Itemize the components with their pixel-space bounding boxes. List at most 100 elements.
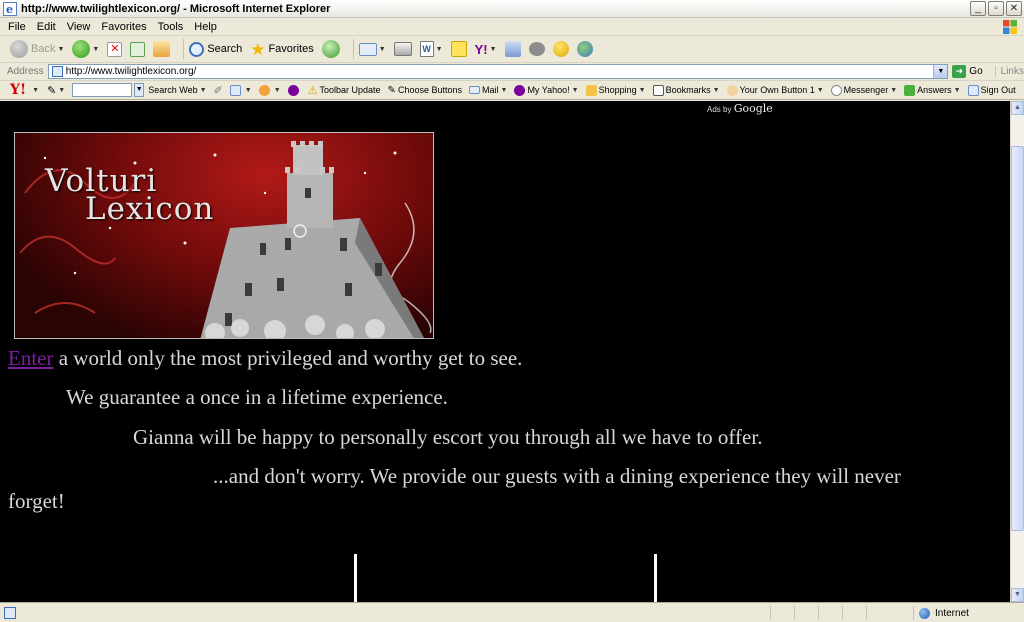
antispy-button[interactable]: ▼ [258,84,281,96]
yahoo-circle-button[interactable] [287,84,301,96]
chevron-down-icon[interactable]: ▼ [134,83,145,97]
address-url[interactable]: http://www.twilightlexicon.org/ [66,66,197,77]
sign-out-button[interactable]: Sign Out [967,84,1016,96]
star-icon: ★ [250,39,266,59]
highlight-button[interactable]: ✐ [214,84,223,97]
forward-button[interactable]: ▼ [72,40,99,58]
discuss-button[interactable] [450,41,467,57]
chevron-down-icon[interactable]: ▼ [379,46,386,53]
intro-line-1: Enter a world only the most privileged a… [8,346,522,370]
choose-buttons-label: Choose Buttons [397,85,462,95]
vertical-scrollbar[interactable]: ▲ ▼ [1010,101,1024,602]
home-button[interactable] [153,41,171,57]
chevron-down-icon[interactable]: ▼ [890,87,897,94]
menu-file[interactable]: File [8,21,26,33]
globe-icon [919,607,930,619]
shopping-button[interactable]: Shopping ▼ [585,84,646,96]
answers-button[interactable]: Answers ▼ [904,84,961,96]
chevron-down-icon[interactable]: ▼ [274,87,281,94]
enter-link[interactable]: Enter [8,346,53,370]
menu-tools[interactable]: Tools [158,21,184,33]
chevron-down-icon[interactable]: ▼ [954,87,961,94]
page-viewport[interactable]: Ads by Google Volturi Lexicon Enter a wo… [0,101,1010,602]
back-button[interactable]: Back ▼ [10,40,64,58]
scroll-up-icon[interactable]: ▲ [1011,101,1024,115]
my-yahoo-button[interactable]: My Yahoo! ▼ [514,84,579,96]
chevron-down-icon[interactable]: ▼ [490,46,497,53]
research-button[interactable] [504,41,521,57]
search-icon [189,41,205,57]
yahoo-button[interactable]: Y! ▼ [475,42,497,57]
status-cells [770,606,890,620]
bookmark-icon [652,84,664,96]
menu-edit[interactable]: Edit [37,21,56,33]
chevron-down-icon[interactable]: ▼ [245,87,252,94]
msn-messenger-button[interactable] [576,41,593,57]
scrollbar-thumb[interactable] [1011,146,1024,531]
intro-line-1-text: a world only the most privileged and wor… [53,346,523,370]
chevron-down-icon[interactable]: ▼ [58,87,65,94]
chevron-down-icon[interactable]: ▼ [92,46,99,53]
status-cell [770,606,794,620]
messenger-button[interactable]: Messenger ▼ [830,84,897,96]
ads-by-google[interactable]: Ads by Google [707,102,773,115]
toolbar-update-label: Toolbar Update [319,85,381,95]
choose-buttons-button[interactable]: ✎ Choose Buttons [388,85,462,96]
toolbar-separator [352,39,354,59]
toolbar-update-button[interactable]: ⚠ Toolbar Update [308,84,381,97]
chevron-down-icon[interactable]: ▼ [57,46,64,53]
yahoo-search-input[interactable] [72,83,133,97]
windows-logo-icon [1003,20,1017,34]
search-web-button[interactable]: Search Web ▼ [148,85,206,95]
chevron-down-icon[interactable]: ▼ [933,65,948,78]
go-arrow-icon: ➜ [952,65,967,78]
history-button[interactable] [321,40,340,58]
chevron-down-icon[interactable]: ▼ [713,87,720,94]
chevron-down-icon[interactable]: ▼ [501,87,508,94]
your-own-button[interactable]: Your Own Button 1 ▼ [726,84,824,96]
status-cell [818,606,842,620]
links-button[interactable]: Links [994,66,1024,77]
popup-blocker-button[interactable]: ▼ [229,84,252,96]
mail-button[interactable]: Mail ▼ [468,85,508,95]
pencil-button[interactable]: ✎ ▼ [47,84,65,97]
answers-icon [904,84,916,96]
note-icon [450,41,467,57]
chevron-down-icon[interactable]: ▼ [200,87,207,94]
menu-help[interactable]: Help [194,21,217,33]
bookmarks-button[interactable]: Bookmarks ▼ [652,84,720,96]
edit-button[interactable]: W ▼ [419,41,443,57]
favorites-button[interactable]: ★ Favorites [250,41,314,58]
print-button[interactable] [393,42,412,56]
security-zone[interactable]: Internet [913,606,969,620]
chevron-down-icon[interactable]: ▼ [32,87,39,94]
menu-favorites[interactable]: Favorites [101,21,146,33]
stop-icon: ✕ [107,41,123,57]
mail-button[interactable]: ▼ [358,42,386,56]
warning-icon: ⚠ [307,84,318,97]
maximize-button[interactable]: ▫ [988,1,1004,16]
menu-view[interactable]: View [67,21,91,33]
search-button[interactable]: Search [189,41,242,57]
smiley-icon [830,84,842,96]
yahoo-messenger-button[interactable] [552,41,569,57]
stop-button[interactable]: ✕ [107,41,123,57]
address-input[interactable]: http://www.twilightlexicon.org/ ▼ [47,64,949,79]
chevron-down-icon[interactable]: ▼ [572,87,579,94]
shopping-label: Shopping [598,85,637,95]
ads-by-label: Ads by [707,105,732,114]
chevron-down-icon[interactable]: ▼ [436,46,443,53]
yahoo-logo[interactable]: Y! [10,82,26,98]
minimize-button[interactable]: _ [970,1,986,16]
pencil-icon: ✎ [47,84,57,97]
messenger-chat-button[interactable] [528,42,545,56]
chevron-down-icon[interactable]: ▼ [817,87,824,94]
go-button[interactable]: ➜ Go [952,65,983,78]
scroll-down-icon[interactable]: ▼ [1011,588,1024,602]
chevron-down-icon[interactable]: ▼ [639,87,646,94]
google-label: Google [733,102,773,115]
research-icon [504,41,521,57]
refresh-button[interactable] [130,41,146,57]
close-button[interactable]: ✕ [1006,1,1022,16]
page-icon [51,66,63,77]
